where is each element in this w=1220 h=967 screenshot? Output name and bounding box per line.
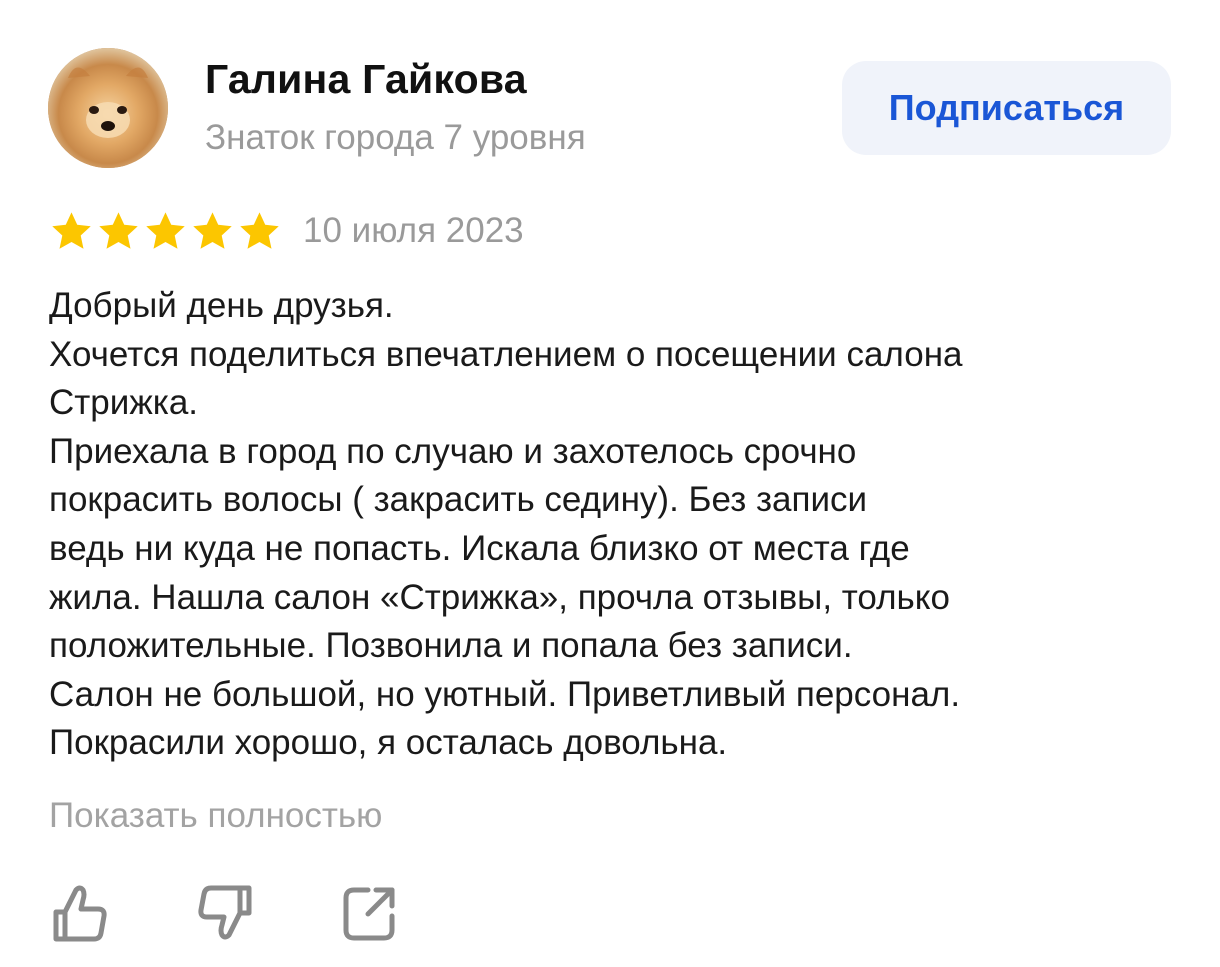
review-date: 10 июля 2023: [303, 211, 524, 250]
avatar[interactable]: [48, 48, 168, 168]
like-button[interactable]: [50, 882, 110, 944]
review-line: ведь ни куда не попасть. Искала близко о…: [49, 528, 910, 568]
star-icon: [237, 209, 282, 254]
review-line: Покрасили хорошо, я осталась довольна.: [49, 723, 728, 763]
review-text: Добрый день друзья. Хочется поделиться в…: [49, 282, 1189, 768]
review-line: положительные. Позвонила и попала без за…: [49, 626, 853, 666]
pomeranian-dog-avatar: [48, 48, 168, 168]
star-icon: [190, 209, 235, 254]
review-line: жила. Нашла салон «Стрижка», прочла отзы…: [49, 577, 950, 617]
review-line: Стрижка.: [49, 383, 199, 423]
star-icon: [49, 209, 94, 254]
rating-row: 10 июля 2023: [49, 208, 524, 254]
thumbs-down-icon: [198, 885, 252, 940]
dislike-button[interactable]: [195, 882, 255, 944]
thumbs-up-icon: [53, 885, 107, 942]
subscribe-button[interactable]: Подписаться: [842, 61, 1171, 155]
review-line: Хочется поделиться впечатлением о посеще…: [49, 334, 963, 374]
review-line: Добрый день друзья.: [49, 286, 394, 325]
share-icon: [343, 887, 395, 941]
star-rating: [49, 209, 282, 254]
star-icon: [96, 209, 141, 254]
share-button[interactable]: [340, 882, 400, 944]
show-more-link[interactable]: Показать полностью: [49, 796, 382, 836]
author-level: Знаток города 7 уровня: [205, 118, 586, 157]
review-line: покрасить волосы ( закрасить седину). Бе…: [49, 480, 868, 520]
review-line: Приехала в город по случаю и захотелось …: [49, 431, 857, 471]
review-line: Салон не большой, но уютный. Приветливый…: [49, 674, 961, 714]
star-icon: [143, 209, 188, 254]
author-name[interactable]: Галина Гайкова: [205, 56, 527, 103]
